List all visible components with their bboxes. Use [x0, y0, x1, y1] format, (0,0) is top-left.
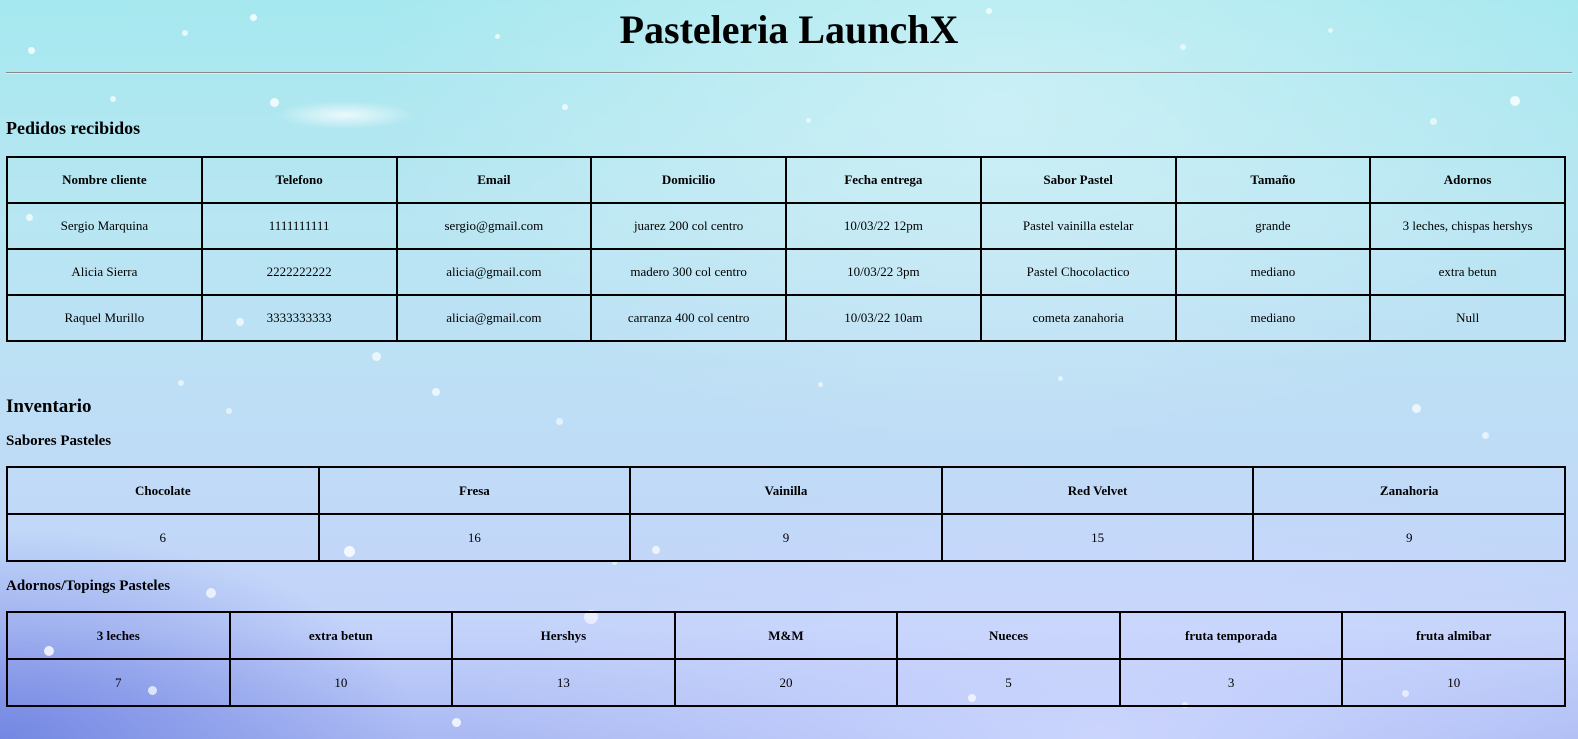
table-cell: juarez 200 col centro	[590, 202, 787, 250]
table-cell: 10/03/22 10am	[785, 294, 982, 342]
table-cell: sergio@gmail.com	[395, 202, 593, 250]
orders-header-row: Nombre cliente Telefono Email Domicilio …	[6, 156, 1566, 204]
column-header: Fresa	[317, 466, 632, 515]
table-cell: 3 leches, chispas hershys	[1369, 202, 1566, 250]
column-header: Adornos	[1369, 156, 1566, 204]
table-cell: 20	[673, 658, 899, 707]
table-row: Raquel Murillo 3333333333 alicia@gmail.c…	[6, 294, 1566, 342]
table-row: 6 16 9 15 9	[6, 513, 1566, 562]
page-title: Pasteleria LaunchX	[619, 7, 959, 52]
flavors-table: Chocolate Fresa Vainilla Red Velvet Zana…	[6, 466, 1566, 562]
table-cell: Pastel Chocolactico	[979, 248, 1177, 296]
table-cell: Alicia Sierra	[6, 248, 203, 296]
column-header: Chocolate	[6, 466, 320, 515]
table-cell: cometa zanahoria	[979, 294, 1177, 342]
table-cell: 10	[228, 658, 454, 707]
table-cell: 5	[896, 658, 1121, 707]
flavors-heading: Sabores Pasteles	[6, 433, 112, 449]
toppings-table: 3 leches extra betun Hershys M&M Nueces …	[6, 611, 1566, 707]
toppings-heading: Adornos/Topings Pasteles	[6, 578, 171, 594]
table-cell: mediano	[1174, 248, 1372, 296]
column-header: Nueces	[896, 611, 1121, 660]
table-cell: 3333333333	[200, 294, 398, 342]
orders-heading: Pedidos recibidos	[6, 118, 141, 138]
table-cell: 6	[6, 513, 320, 562]
table-cell: carranza 400 col centro	[590, 294, 787, 342]
column-header: Telefono	[200, 156, 398, 204]
column-header: Zanahoria	[1252, 466, 1566, 515]
table-cell: Pastel vainilla estelar	[979, 202, 1177, 250]
column-header: 3 leches	[6, 611, 231, 660]
table-cell: extra betun	[1369, 248, 1566, 296]
flavors-header-row: Chocolate Fresa Vainilla Red Velvet Zana…	[6, 466, 1566, 515]
table-cell: 15	[940, 513, 1255, 562]
column-header: Red Velvet	[940, 466, 1255, 515]
column-header: Nombre cliente	[6, 156, 203, 204]
table-cell: Null	[1369, 294, 1566, 342]
column-header: Email	[395, 156, 593, 204]
table-cell: 3	[1118, 658, 1344, 707]
table-cell: 7	[6, 658, 231, 707]
column-header: Tamaño	[1174, 156, 1372, 204]
column-header: Vainilla	[629, 466, 943, 515]
column-header: extra betun	[228, 611, 454, 660]
column-header: fruta temporada	[1118, 611, 1344, 660]
table-cell: 9	[1252, 513, 1566, 562]
table-row: 7 10 13 20 5 3 10	[6, 658, 1566, 707]
table-cell: 13	[451, 658, 676, 707]
column-header: fruta almibar	[1341, 611, 1566, 660]
table-cell: alicia@gmail.com	[395, 294, 593, 342]
column-header: Domicilio	[590, 156, 787, 204]
table-row: Alicia Sierra 2222222222 alicia@gmail.co…	[6, 248, 1566, 296]
table-row: Sergio Marquina 1111111111 sergio@gmail.…	[6, 202, 1566, 250]
table-cell: 10/03/22 12pm	[785, 202, 982, 250]
inventory-heading: Inventario	[6, 396, 92, 417]
column-header: M&M	[673, 611, 899, 660]
table-cell: 2222222222	[200, 248, 398, 296]
table-cell: 16	[317, 513, 632, 562]
column-header: Sabor Pastel	[979, 156, 1177, 204]
toppings-header-row: 3 leches extra betun Hershys M&M Nueces …	[6, 611, 1566, 660]
table-cell: alicia@gmail.com	[395, 248, 593, 296]
orders-table: Nombre cliente Telefono Email Domicilio …	[6, 156, 1566, 342]
table-cell: 9	[629, 513, 943, 562]
table-cell: Sergio Marquina	[6, 202, 203, 250]
table-cell: 10	[1341, 658, 1566, 707]
column-header: Fecha entrega	[785, 156, 982, 204]
table-cell: Raquel Murillo	[6, 294, 203, 342]
title-divider	[6, 72, 1572, 74]
column-header: Hershys	[451, 611, 676, 660]
table-cell: madero 300 col centro	[590, 248, 787, 296]
table-cell: grande	[1174, 202, 1372, 250]
table-cell: 1111111111	[200, 202, 398, 250]
table-cell: 10/03/22 3pm	[785, 248, 982, 296]
table-cell: mediano	[1174, 294, 1372, 342]
